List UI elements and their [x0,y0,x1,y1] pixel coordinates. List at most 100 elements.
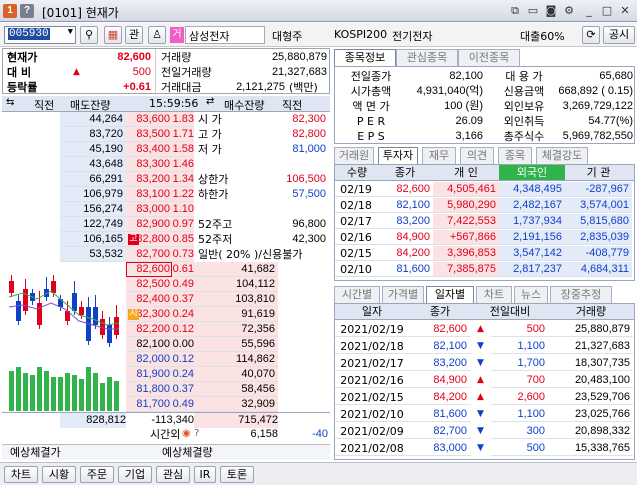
ask-qty[interactable]: 45,190 [60,142,126,157]
bid-price[interactable]: 81,900 [126,367,172,382]
bottom-button-3[interactable]: 기업 [118,466,152,483]
ask-qty[interactable]: 83,720 [60,127,126,142]
new-window-icon[interactable]: ⧉ [508,4,522,18]
daily-tab-3[interactable]: 차트 [476,286,512,303]
restore-icon[interactable]: ▭ [526,4,540,18]
help-icon[interactable]: ? [20,4,34,18]
bottom-button-0[interactable]: 차트 [4,466,38,483]
info-tab-2[interactable]: 이전종목 [458,49,520,66]
bid-qty[interactable]: 103,810 [194,292,278,307]
size-class: 대형주 [272,30,303,43]
ask-qty[interactable]: 122,749 [60,217,126,232]
chevron-left-icon[interactable]: ⇆ [6,97,14,108]
bottom-button-4[interactable]: 관심 [156,466,190,483]
info-tab-0[interactable]: 종목정보 [334,49,396,66]
watch-button[interactable]: 관 [125,26,143,44]
person-icon[interactable]: ♙ [148,26,166,44]
search-button[interactable]: ⚲ [80,26,98,44]
bid-price[interactable]: 82,500 [126,277,172,292]
daily-tab-2[interactable]: 일자별 [426,286,474,303]
ask-side-label: 하한가 [198,188,229,201]
bottom-button-2[interactable]: 주문 [80,466,114,483]
bid-price[interactable]: 82,200 [126,322,172,337]
ask-qty[interactable]: 43,648 [60,157,126,172]
ask-qty[interactable]: 106,165 [60,232,126,247]
investor-tab-2[interactable]: 재무 [422,147,456,164]
bottom-button-5[interactable]: IR [194,466,216,483]
total-bid: 715,472 [194,413,278,428]
ask-qty[interactable]: 156,274 [60,202,126,217]
investor-tab-3[interactable]: 의견 [460,147,494,164]
ask-qty[interactable]: 53,532 [60,247,126,262]
stock-code-input[interactable]: 005930 ▼ [4,26,76,44]
ask-price[interactable]: 83,000 [126,202,172,217]
daily-tab-0[interactable]: 시간별 [334,286,380,303]
ask-side-value: 81,000 [292,143,326,155]
daily-close: 84,900 [409,373,471,388]
info-label: 전일종가 [350,70,392,83]
daily-col-1[interactable]: 종가 [409,304,471,319]
bid-price[interactable]: 82,400 [126,292,172,307]
info-tab-1[interactable]: 관심종목 [396,49,458,66]
bid-qty[interactable]: 72,356 [194,322,278,337]
bid-qty[interactable]: 58,456 [194,382,278,397]
investor-col-3[interactable]: 외국인 [499,165,565,180]
bid-qty[interactable]: 114,862 [194,352,278,367]
stock-name[interactable]: 삼성전자 [185,26,265,44]
ask-price[interactable]: 83,400 [126,142,172,157]
daily-tab-4[interactable]: 뉴스 [514,286,548,303]
investor-col-1[interactable]: 종가 [377,165,433,180]
swap-icon[interactable]: ⇄ [206,96,214,107]
ask-qty[interactable]: 66,291 [60,172,126,187]
daily-date: 2021/02/09 [335,424,409,439]
bid-price[interactable]: 82,600 [126,262,172,277]
investor-tab-1[interactable]: 투자자 [378,147,418,164]
refresh-icon[interactable]: ⟳ [582,26,600,44]
ask-qty[interactable]: 44,264 [60,112,126,127]
bid-rate: 0.24 [172,307,194,322]
disclosure-button[interactable]: 공시 [603,26,635,44]
ask-price[interactable]: 83,100 [126,187,172,202]
ask-price[interactable]: 83,600 [126,112,172,127]
investor-col-2[interactable]: 개 인 [433,165,499,180]
ask-price[interactable]: 83,500 [126,127,172,142]
bid-qty[interactable]: 41,682 [194,262,278,277]
investor-col-4[interactable]: 기 관 [565,165,632,180]
ask-price[interactable]: 82,700 [126,247,172,262]
investor-col-0[interactable]: 수량 [337,165,377,180]
investor-institution: 5,815,680 [565,214,632,229]
daily-tab-1[interactable]: 가격별 [382,286,424,303]
daily-col-3[interactable]: 거래량 [549,304,633,319]
bid-qty[interactable]: 91,619 [194,307,278,322]
ask-price[interactable]: 82,900 [126,217,172,232]
investor-institution: 3,574,001 [565,198,632,213]
investor-tab-5[interactable]: 체결강도 [536,147,588,164]
maximize-icon[interactable]: □ [600,4,614,18]
minimize-icon[interactable]: _ [582,4,596,18]
bid-qty[interactable]: 32,909 [194,397,278,412]
ask-qty[interactable]: 106,979 [60,187,126,202]
daily-col-2[interactable]: 전일대비 [471,304,549,319]
ask-price[interactable]: 83,200 [126,172,172,187]
bottom-button-1[interactable]: 시황 [42,466,76,483]
investor-tab-0[interactable]: 거래원 [334,147,374,164]
window-badge[interactable]: 1 [3,4,17,18]
daily-col-0[interactable]: 일자 [335,304,409,319]
bid-qty[interactable]: 40,070 [194,367,278,382]
bottom-button-6[interactable]: 토론 [220,466,254,483]
bid-qty[interactable]: 55,596 [194,337,278,352]
bid-price[interactable]: 82,100 [126,337,172,352]
investor-tab-4[interactable]: 종목 [498,147,532,164]
bid-price[interactable]: 82,000 [126,352,172,367]
ask-price[interactable]: 83,300 [126,157,172,172]
bid-qty[interactable]: 104,112 [194,277,278,292]
bid-price[interactable]: 81,700 [126,397,172,412]
gear-icon[interactable]: ⚙ [562,4,576,18]
volume-bar [93,373,98,411]
close-icon[interactable]: ✕ [618,4,632,18]
camera-icon[interactable]: ◙ [544,4,558,18]
daily-tab-5[interactable]: 장중추정 [550,286,612,303]
info-icon[interactable]: ? [194,428,199,439]
calendar-icon[interactable]: ▦ [104,26,122,44]
bid-price[interactable]: 81,800 [126,382,172,397]
